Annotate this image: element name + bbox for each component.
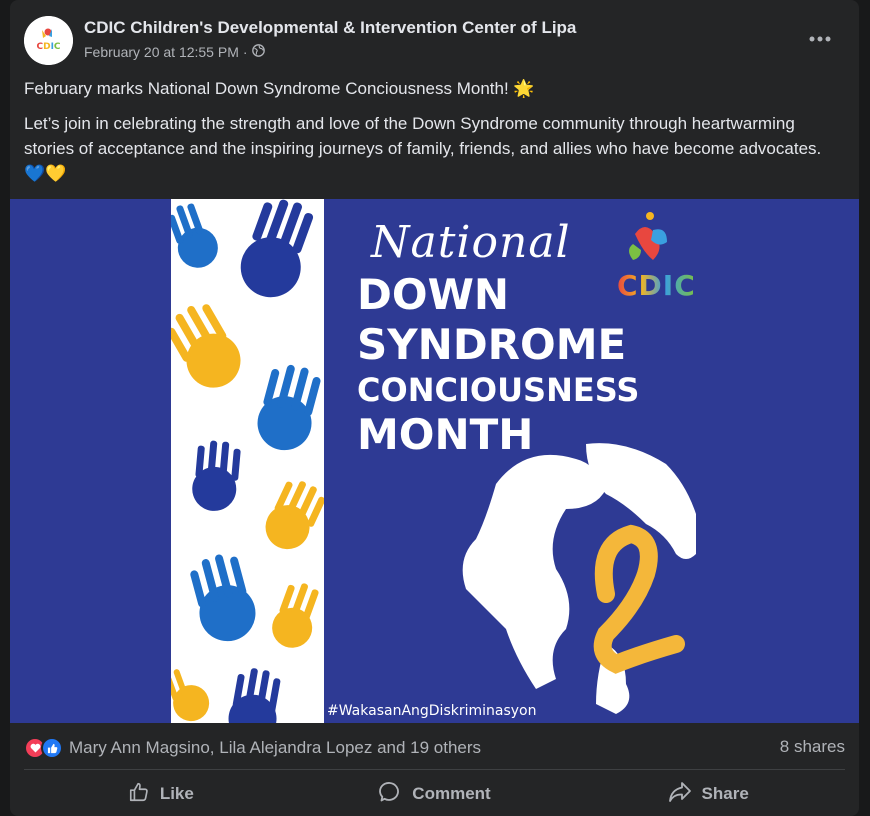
- post-actions: Like Comment Share: [24, 772, 845, 816]
- reactions-bar: Mary Ann Magsino, Lila Alejandra Lopez a…: [24, 736, 845, 760]
- thumbs-up-icon: [128, 781, 150, 808]
- like-button[interactable]: Like: [24, 772, 298, 816]
- poster-title-line-1: DOWN: [357, 270, 510, 319]
- post-header: CDIC CDIC Children's Developmental & Int…: [10, 14, 859, 65]
- poster-hashtag: #WakasanAngDiskriminasyon: [327, 703, 537, 719]
- post-card: CDIC CDIC Children's Developmental & Int…: [10, 0, 859, 816]
- globe-illustration: [462, 443, 696, 714]
- poster: National DOWN SYNDROME CONCIOUSNESS MONT…: [171, 199, 698, 723]
- more-options-button[interactable]: [805, 24, 835, 54]
- reaction-names[interactable]: Mary Ann Magsino, Lila Alejandra Lopez a…: [69, 738, 481, 758]
- share-label: Share: [701, 784, 749, 803]
- comment-button[interactable]: Comment: [298, 772, 572, 816]
- poster-cdic-logo: CDIC: [617, 212, 696, 302]
- actions-divider: [24, 769, 845, 770]
- share-button[interactable]: Share: [571, 772, 845, 816]
- more-dots-icon: [809, 36, 831, 42]
- share-arrow-icon: [668, 781, 692, 808]
- comment-label: Comment: [412, 784, 491, 803]
- globe-icon: [251, 44, 265, 60]
- page-avatar[interactable]: CDIC: [24, 16, 73, 65]
- post-text: February marks National Down Syndrome Co…: [24, 76, 844, 196]
- poster-title-line-3: CONCIOUSNESS: [357, 371, 640, 409]
- like-label: Like: [159, 784, 194, 803]
- post-paragraph-1: February marks National Down Syndrome Co…: [24, 79, 535, 98]
- handprints: [171, 199, 324, 723]
- post-meta: February 20 at 12:55 PM ·: [84, 44, 265, 60]
- comment-icon: [378, 780, 402, 809]
- page-name[interactable]: CDIC Children's Developmental & Interven…: [84, 18, 576, 38]
- poster-title-line-2: SYNDROME: [357, 320, 627, 369]
- share-count[interactable]: 8 shares: [780, 737, 845, 757]
- like-icon: [41, 737, 63, 759]
- svg-text:CDIC: CDIC: [36, 42, 60, 52]
- poster-title: DOWN SYNDROME CONCIOUSNESS MONTH: [357, 274, 639, 456]
- post-image[interactable]: National DOWN SYNDROME CONCIOUSNESS MONT…: [10, 199, 859, 723]
- poster-script-word: National: [371, 217, 571, 268]
- reaction-icons[interactable]: [24, 737, 63, 759]
- post-timestamp[interactable]: February 20 at 12:55 PM: [84, 44, 239, 60]
- post-paragraph-2: Let’s join in celebrating the strength a…: [24, 114, 822, 183]
- handprint-strip: [171, 199, 324, 723]
- meta-separator: ·: [242, 44, 248, 60]
